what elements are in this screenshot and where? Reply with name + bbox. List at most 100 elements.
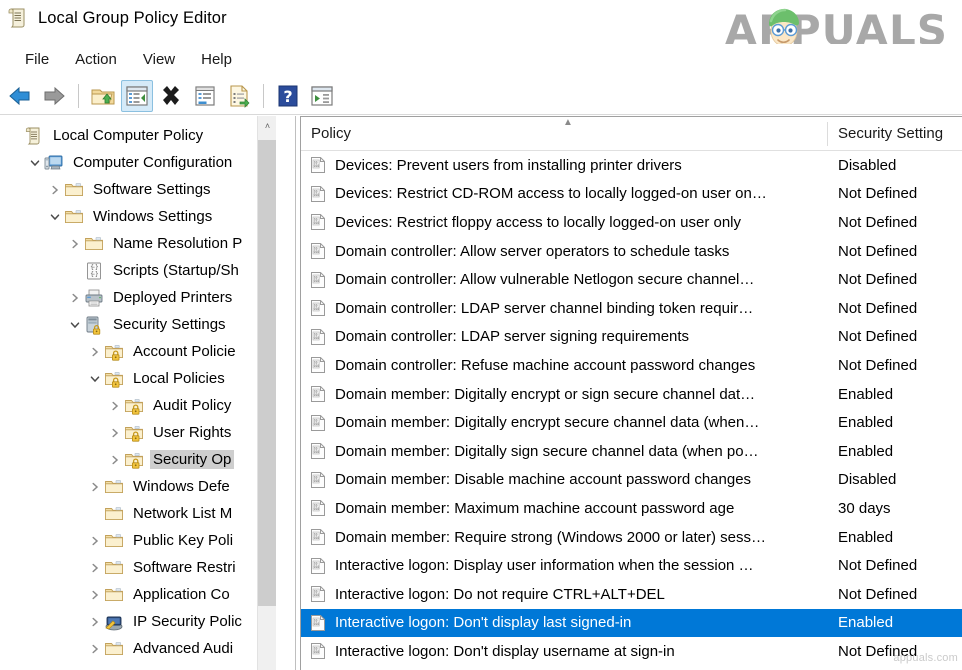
tree-item-scripts-startup-sh[interactable]: {}{}Scripts (Startup/Sh [0, 257, 276, 284]
table-row[interactable]: 10010Domain controller: Refuse machine a… [301, 351, 962, 380]
menu-help[interactable]: Help [188, 49, 245, 70]
svg-text:010: 010 [314, 307, 320, 311]
tree-item-advanced-audi[interactable]: Advanced Audi [0, 635, 276, 662]
table-row[interactable]: 10010Domain member: Digitally encrypt or… [301, 380, 962, 409]
tree-item-software-settings[interactable]: Software Settings [0, 176, 276, 203]
table-row[interactable]: 10010Interactive logon: Display user inf… [301, 551, 962, 580]
menu-view[interactable]: View [130, 49, 188, 70]
chevron-right-icon[interactable] [46, 176, 64, 203]
tree-item-local-policies[interactable]: Local Policies [0, 365, 276, 392]
column-header-security-setting[interactable]: Security Setting [828, 117, 943, 151]
toolbar-properties[interactable] [189, 80, 221, 112]
toolbar-forward[interactable] [38, 80, 70, 112]
folder-lock-icon [124, 450, 144, 470]
chevron-right-icon[interactable] [66, 230, 84, 257]
policy-setting-icon: 10010 [308, 212, 328, 232]
svg-text:010: 010 [314, 507, 320, 511]
chevron-right-icon[interactable] [86, 554, 104, 581]
folder-lock-icon [124, 396, 144, 416]
chevron-right-icon[interactable] [86, 635, 104, 662]
table-row[interactable]: 10010 Interactive logon: Do not require C… [301, 580, 962, 609]
chevron-right-icon[interactable] [86, 608, 104, 635]
chevron-down-icon[interactable] [66, 311, 84, 338]
table-row[interactable]: 10010Domain member: Disable machine acco… [301, 466, 962, 495]
tree-item-label: Security Settings [110, 315, 229, 334]
menu-action[interactable]: Action [62, 49, 130, 70]
toolbar: ? [0, 77, 962, 115]
chevron-down-icon[interactable] [46, 203, 64, 230]
policy-scroll-icon [6, 6, 30, 30]
toolbar-show-hide-tree[interactable] [121, 80, 153, 112]
table-row[interactable]: 10010Devices: Restrict floppy access to … [301, 208, 962, 237]
toolbar-separator-2 [263, 84, 264, 108]
folder-icon [104, 477, 124, 497]
tree-item-public-key-poli[interactable]: Public Key Poli [0, 527, 276, 554]
table-row[interactable]: 10010Domain controller: Allow vulnerable… [301, 265, 962, 294]
tree-item-audit-policy[interactable]: Audit Policy [0, 392, 276, 419]
tree-item-application-co[interactable]: Application Co [0, 581, 276, 608]
chevron-right-icon[interactable] [86, 338, 104, 365]
svg-text:010: 010 [314, 593, 320, 597]
table-row[interactable]: 10010Interactive logon: Don't display la… [301, 609, 962, 638]
tree-item-security-op[interactable]: Security Op [0, 446, 276, 473]
tree-vertical-scrollbar[interactable]: ˄ [257, 116, 276, 670]
chevron-right-icon[interactable] [86, 473, 104, 500]
toolbar-help[interactable]: ? [272, 80, 304, 112]
table-row[interactable]: 10010Domain member: Digitally encrypt se… [301, 408, 962, 437]
column-header-policy[interactable]: Policy ▲ [301, 117, 828, 151]
tree-item-computer-configuration[interactable]: Computer Configuration [0, 149, 276, 176]
table-row[interactable]: 10010Domain member: Require strong (Wind… [301, 523, 962, 552]
scrollbar-thumb[interactable] [258, 140, 277, 606]
security-settings-icon [84, 315, 104, 335]
table-row[interactable]: 10010Domain controller: LDAP server chan… [301, 294, 962, 323]
svg-text:}: } [95, 264, 99, 271]
tree-item-ip-security-polic[interactable]: IP Security Polic [0, 608, 276, 635]
toolbar-back[interactable] [4, 80, 36, 112]
chevron-right-icon[interactable] [66, 284, 84, 311]
tree-item-security-settings[interactable]: Security Settings [0, 311, 276, 338]
tree-item-software-restri[interactable]: Software Restri [0, 554, 276, 581]
menu-file[interactable]: File [12, 49, 62, 70]
console-tree[interactable]: Local Computer PolicyComputer Configurat… [0, 122, 276, 662]
policy-list-rows[interactable]: 10010Devices: Prevent users from install… [301, 151, 962, 670]
chevron-right-icon[interactable] [106, 446, 124, 473]
toolbar-action-pane[interactable] [306, 80, 338, 112]
tree-item-deployed-printers[interactable]: Deployed Printers [0, 284, 276, 311]
security-setting-cell: Not Defined [828, 271, 917, 288]
table-row[interactable]: 10010Domain controller: LDAP server sign… [301, 323, 962, 352]
scrollbar-up-arrow[interactable]: ˄ [258, 116, 277, 136]
toolbar-export-list[interactable] [223, 80, 255, 112]
tree-item-label: Application Co [130, 585, 233, 604]
tree-item-windows-settings[interactable]: Windows Settings [0, 203, 276, 230]
table-row[interactable]: 10010Devices: Prevent users from install… [301, 151, 962, 180]
show-hide-console-tree-icon [125, 84, 149, 108]
svg-text:010: 010 [314, 622, 320, 626]
svg-text:010: 010 [314, 221, 320, 225]
chevron-right-icon[interactable] [86, 581, 104, 608]
toolbar-delete[interactable] [155, 80, 187, 112]
tree-item-name-resolution-p[interactable]: Name Resolution P [0, 230, 276, 257]
tree-item-windows-defe[interactable]: Windows Defe [0, 473, 276, 500]
tree-item-account-policie[interactable]: Account Policie [0, 338, 276, 365]
chevron-down-icon[interactable] [86, 365, 104, 392]
tree-item-local-computer-policy[interactable]: Local Computer Policy [0, 122, 276, 149]
table-row[interactable]: 10010Domain member: Digitally sign secur… [301, 437, 962, 466]
policy-setting-icon: 10010 [308, 584, 328, 604]
policy-setting-icon: 10010 [308, 155, 328, 175]
pane-splitter[interactable] [276, 116, 296, 670]
table-row[interactable]: 10010Domain member: Maximum machine acco… [301, 494, 962, 523]
table-row[interactable]: 10010Domain controller: Allow server ope… [301, 237, 962, 266]
table-row[interactable]: 10010Interactive logon: Don't display us… [301, 637, 962, 666]
chevron-down-icon[interactable] [26, 149, 44, 176]
column-header-policy-label: Policy [311, 125, 351, 142]
chevron-right-icon[interactable] [106, 419, 124, 446]
policy-name-cell: Domain controller: Refuse machine accoun… [335, 357, 828, 374]
tree-item-network-list-m[interactable]: Network List M [0, 500, 276, 527]
toolbar-up-level[interactable] [87, 80, 119, 112]
chevron-right-icon[interactable] [86, 527, 104, 554]
svg-text:}: } [95, 271, 99, 278]
chevron-right-icon[interactable] [106, 392, 124, 419]
tree-item-user-rights[interactable]: User Rights [0, 419, 276, 446]
table-row[interactable]: 10010Devices: Restrict CD-ROM access to … [301, 180, 962, 209]
policy-name-cell: Interactive logon: Do not require CTRL+A… [335, 586, 828, 603]
